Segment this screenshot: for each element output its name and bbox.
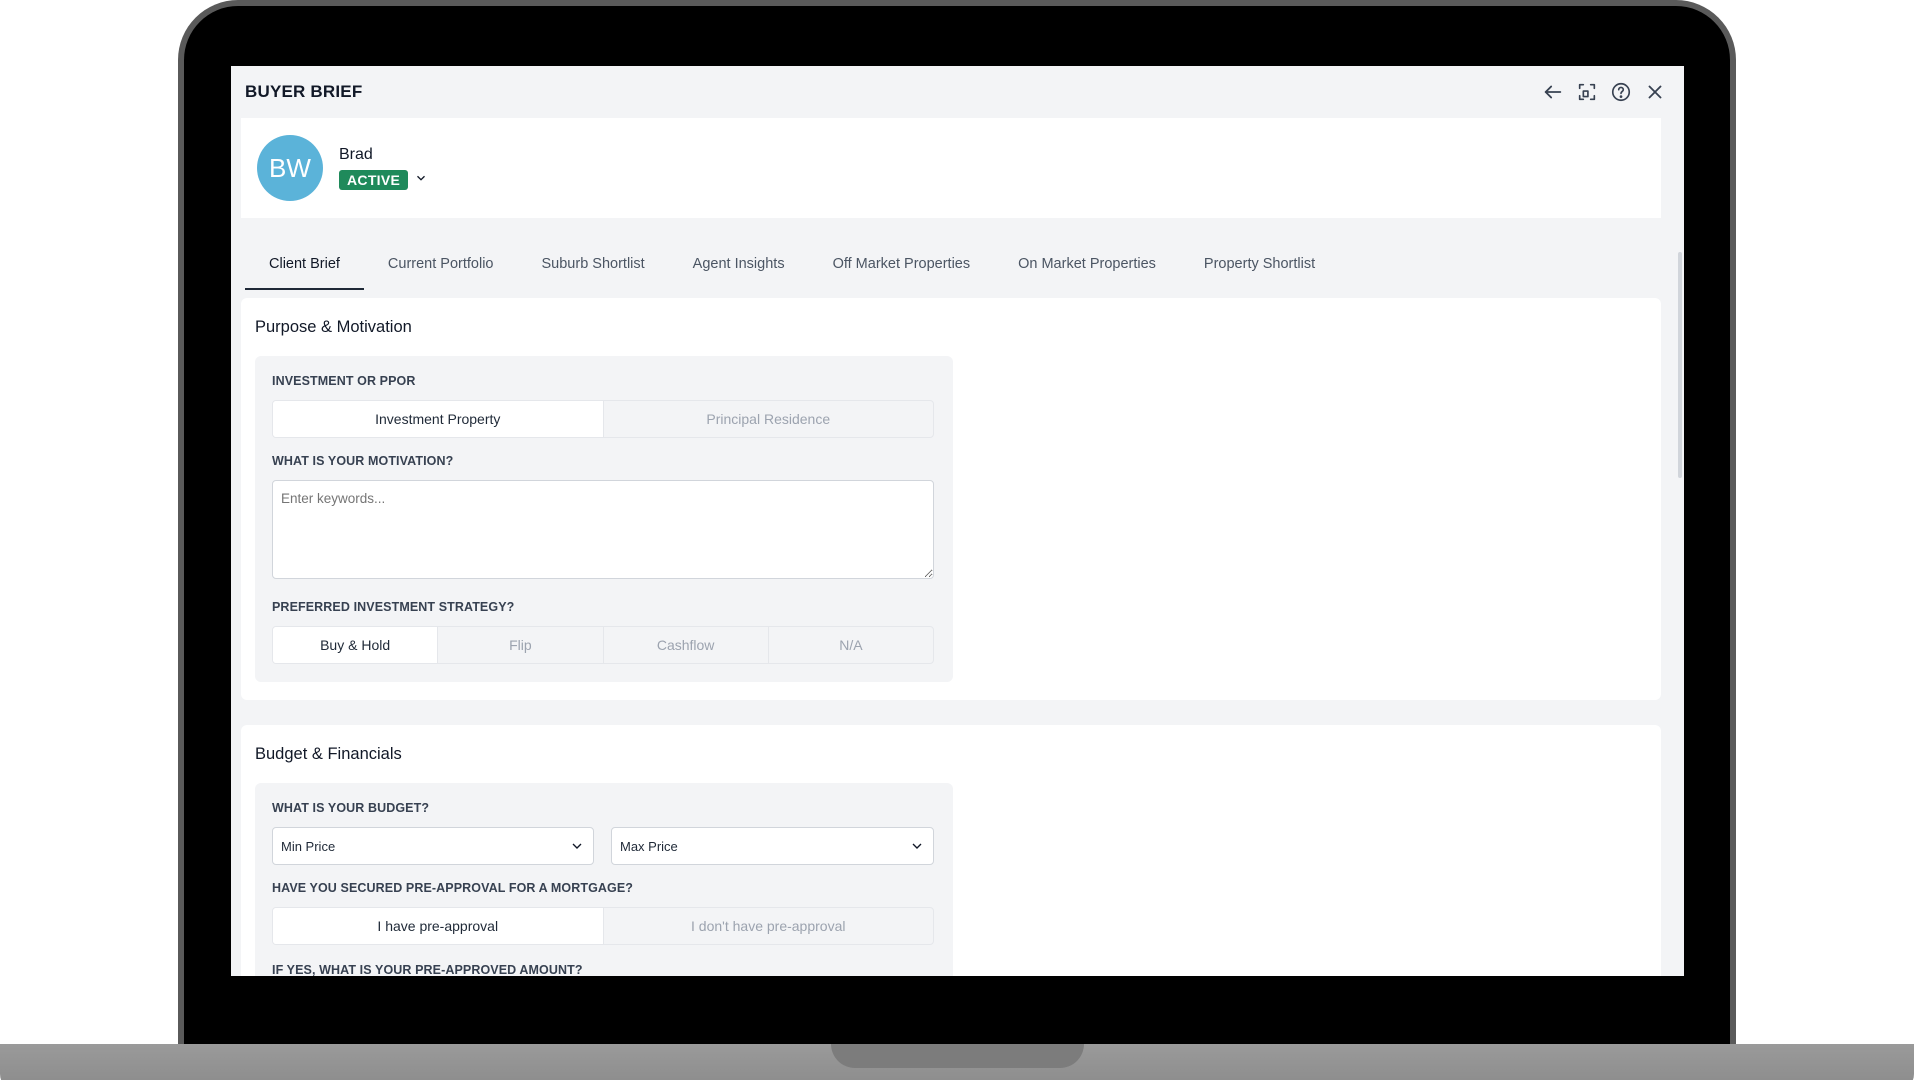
max-price-select[interactable]: Max Price [611, 827, 934, 865]
window-actions [1542, 81, 1666, 103]
investment-option[interactable]: Principal Residence [604, 401, 934, 437]
window-title: BUYER BRIEF [245, 82, 363, 101]
help-icon[interactable] [1610, 81, 1632, 103]
section-title: Budget & Financials [255, 745, 402, 763]
tab-current-portfolio[interactable]: Current Portfolio [364, 238, 518, 290]
purpose-section: Purpose & Motivation INVESTMENT OR PPOR … [241, 298, 1661, 700]
arrow-left-icon[interactable] [1542, 81, 1564, 103]
status-row[interactable]: ACTIVE [339, 170, 428, 190]
preapproval-toggle: I have pre-approval I don't have pre-app… [272, 907, 934, 945]
laptop-notch [831, 1044, 1084, 1068]
close-icon[interactable] [1644, 81, 1666, 103]
preapproval-option[interactable]: I don't have pre-approval [604, 908, 934, 944]
chevron-down-icon [569, 838, 585, 854]
strategy-label: PREFERRED INVESTMENT STRATEGY? [272, 600, 515, 614]
tab-client-brief[interactable]: Client Brief [245, 238, 364, 290]
strategy-toggle: Buy & Hold Flip Cashflow N/A [272, 626, 934, 664]
status-badge[interactable]: ACTIVE [339, 170, 409, 190]
investment-toggle: Investment Property Principal Residence [272, 400, 934, 438]
chevron-down-icon [909, 838, 925, 854]
motivation-input[interactable] [272, 480, 934, 579]
profile-card: BW Brad ACTIVE [241, 118, 1661, 218]
tab-bar: Client Brief Current Portfolio Suburb Sh… [245, 238, 1339, 290]
max-price-value: Max Price [620, 838, 678, 854]
min-price-value: Min Price [281, 838, 336, 854]
investment-label: INVESTMENT OR PPOR [272, 374, 416, 388]
profile-meta: Brad ACTIVE [339, 146, 428, 190]
preapproval-option[interactable]: I have pre-approval [273, 908, 604, 944]
investment-option[interactable]: Investment Property [273, 401, 604, 437]
strategy-option[interactable]: Cashflow [604, 627, 769, 663]
budget-label: WHAT IS YOUR BUDGET? [272, 801, 430, 815]
tab-on-market-properties[interactable]: On Market Properties [994, 238, 1180, 290]
strategy-option[interactable]: Flip [438, 627, 604, 663]
strategy-option[interactable]: N/A [769, 627, 933, 663]
focus-icon[interactable] [1576, 81, 1598, 103]
budget-section: Budget & Financials WHAT IS YOUR BUDGET?… [241, 725, 1661, 976]
preapproved-amount-label: IF YES, WHAT IS YOUR PRE-APPROVED AMOUNT… [272, 963, 583, 976]
window-titlebar: BUYER BRIEF [231, 66, 1684, 118]
profile-name: Brad [339, 146, 373, 163]
scrollbar[interactable] [1678, 252, 1682, 478]
strategy-option[interactable]: Buy & Hold [273, 627, 439, 663]
purpose-panel: INVESTMENT OR PPOR Investment Property P… [255, 356, 953, 682]
tab-off-market-properties[interactable]: Off Market Properties [809, 238, 995, 290]
min-price-select[interactable]: Min Price [272, 827, 594, 865]
section-title: Purpose & Motivation [255, 318, 412, 336]
app-screen: BUYER BRIEF BW Brad ACTIVE Client Brief … [231, 66, 1684, 976]
motivation-label: WHAT IS YOUR MOTIVATION? [272, 454, 454, 468]
preapproval-label: HAVE YOU SECURED PRE-APPROVAL FOR A MORT… [272, 881, 634, 895]
tab-suburb-shortlist[interactable]: Suburb Shortlist [518, 238, 669, 290]
budget-panel: WHAT IS YOUR BUDGET? Min Price Max Price… [255, 783, 953, 976]
avatar: BW [257, 135, 323, 201]
tab-agent-insights[interactable]: Agent Insights [669, 238, 809, 290]
chevron-down-icon[interactable] [414, 171, 428, 190]
tab-property-shortlist[interactable]: Property Shortlist [1180, 238, 1339, 290]
